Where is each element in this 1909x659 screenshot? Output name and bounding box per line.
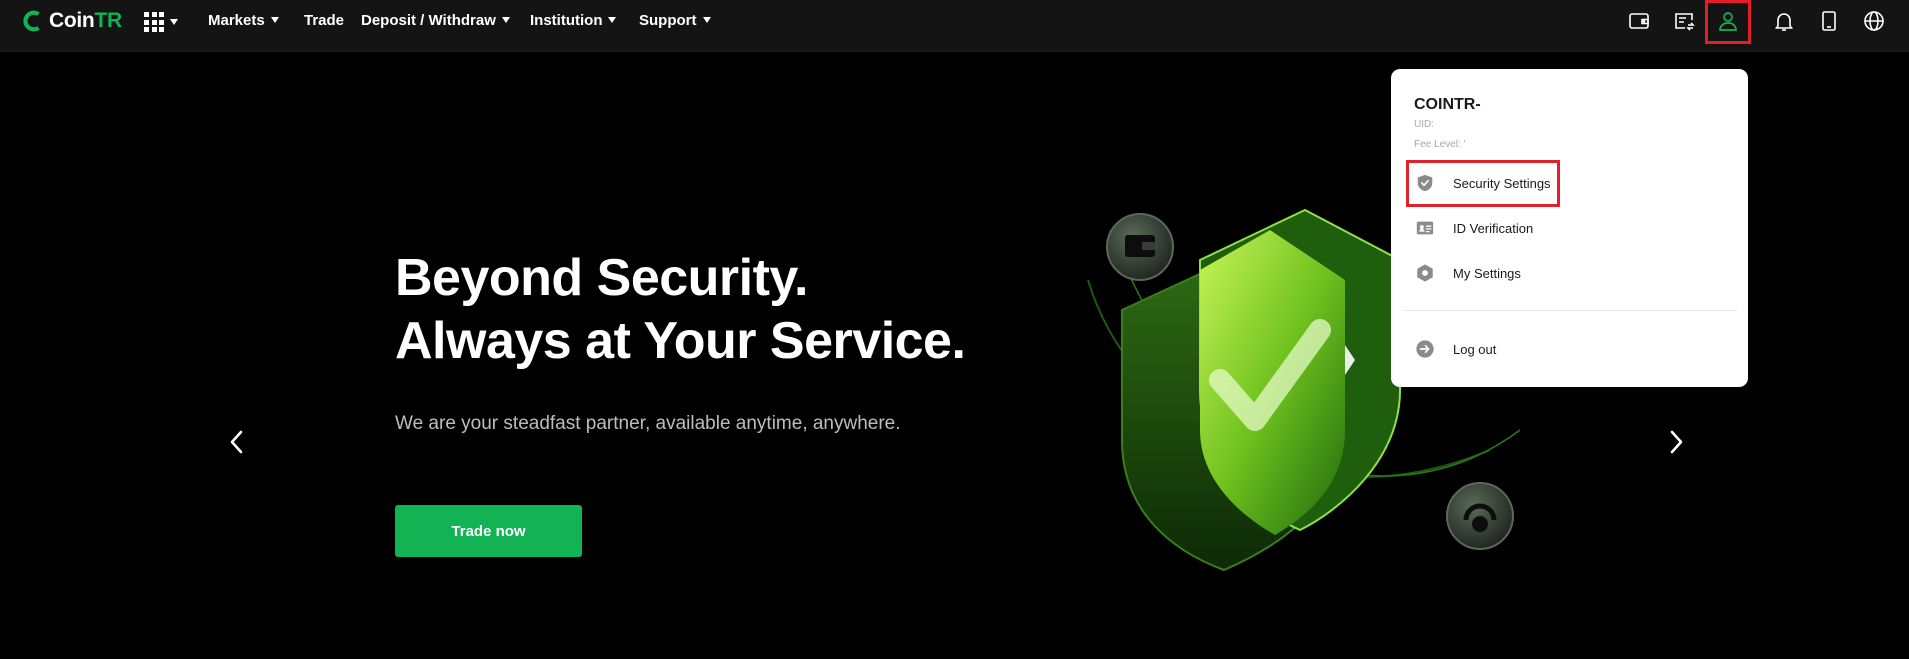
hero-subtitle: We are your steadfast partner, available… <box>395 413 901 434</box>
nav-deposit-withdraw-label: Deposit / Withdraw <box>361 11 496 29</box>
globe-icon[interactable] <box>1861 8 1887 34</box>
menu-item-my-settings[interactable]: My Settings <box>1410 256 1730 290</box>
nav-institution-label: Institution <box>530 11 603 29</box>
nav-deposit-withdraw[interactable]: Deposit / Withdraw <box>361 0 510 40</box>
apps-grid-icon <box>144 12 164 32</box>
hero-title-line-1: Beyond Security. <box>395 249 808 307</box>
wallet-icon[interactable] <box>1626 8 1652 34</box>
logout-icon <box>1414 338 1436 360</box>
mobile-icon[interactable] <box>1816 8 1842 34</box>
nav-support-label: Support <box>639 11 697 29</box>
menu-item-id-verification[interactable]: ID Verification <box>1410 211 1730 245</box>
nav-markets-label: Markets <box>208 11 265 29</box>
orders-icon[interactable] <box>1671 8 1697 34</box>
account-dropdown-menu: COINTR- UID: Fee Level: ' Security Setti… <box>1391 69 1748 387</box>
menu-item-log-out[interactable]: Log out <box>1410 332 1730 366</box>
logo-text-tr: TR <box>94 9 122 32</box>
apps-menu-button[interactable] <box>144 12 178 32</box>
nav-institution[interactable]: Institution <box>530 0 617 40</box>
hero-title: Beyond Security. Always at Your Service. <box>395 247 966 373</box>
menu-divider <box>1404 310 1737 311</box>
bell-icon[interactable] <box>1771 8 1797 34</box>
chevron-down-icon <box>702 17 711 23</box>
id-card-icon <box>1414 217 1436 239</box>
nav-trade-label: Trade <box>304 11 345 29</box>
chevron-down-icon <box>170 19 178 25</box>
account-uid: UID: <box>1414 119 1434 130</box>
trade-now-button[interactable]: Trade now <box>395 505 582 557</box>
hero-title-line-2: Always at Your Service. <box>395 312 966 370</box>
user-icon-highlight-box <box>1705 0 1751 44</box>
logo-text-coin: Coin <box>49 9 95 32</box>
top-navigation-bar: CoinTR Markets Trade Deposit / Withdraw … <box>0 0 1909 52</box>
account-name: COINTR- <box>1414 96 1481 113</box>
cointr-logo[interactable]: CoinTR <box>22 9 122 33</box>
nav-markets[interactable]: Markets <box>208 0 279 40</box>
menu-item-id-verification-label: ID Verification <box>1453 220 1534 236</box>
account-fee-level: Fee Level: ' <box>1414 139 1466 150</box>
menu-item-log-out-label: Log out <box>1453 341 1497 357</box>
nav-trade[interactable]: Trade <box>304 0 344 40</box>
chevron-down-icon <box>501 17 510 23</box>
settings-hex-icon <box>1414 262 1436 284</box>
chevron-down-icon <box>270 17 279 23</box>
security-settings-highlight-box <box>1406 160 1560 207</box>
cointr-logo-icon <box>23 10 40 32</box>
carousel-next-icon[interactable] <box>1666 428 1686 456</box>
menu-item-my-settings-label: My Settings <box>1453 265 1521 281</box>
carousel-prev-icon[interactable] <box>227 428 247 456</box>
logo-wordmark: CoinTR <box>49 9 122 33</box>
chevron-down-icon <box>608 17 617 23</box>
nav-support[interactable]: Support <box>639 0 711 40</box>
